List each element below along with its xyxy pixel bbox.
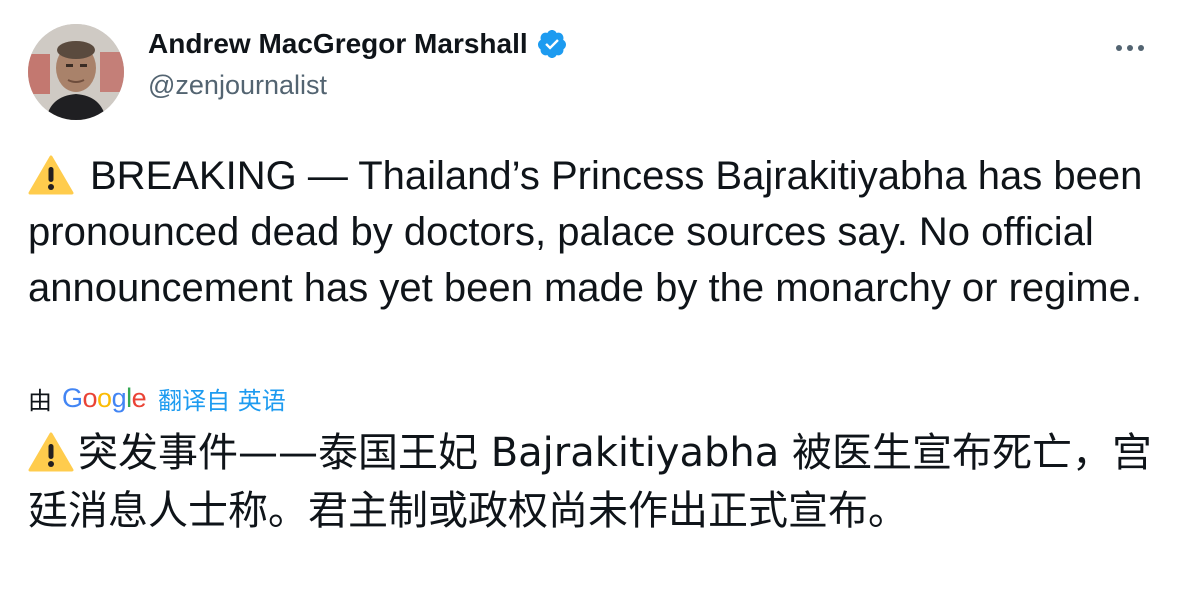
author-display-name[interactable]: Andrew MacGregor Marshall (148, 28, 528, 60)
more-options-icon-dot (1138, 45, 1144, 51)
warning-icon (28, 155, 74, 195)
translation-attribution: 由 Google 翻译自 英语 (28, 380, 286, 416)
verified-badge-icon (537, 30, 566, 58)
more-options-button[interactable] (1106, 32, 1154, 64)
avatar[interactable] (28, 24, 124, 120)
warning-icon (28, 432, 74, 472)
google-logo-letter: o (82, 382, 98, 413)
tweet: Andrew MacGregor Marshall @zenjournalist… (0, 0, 1178, 608)
author-handle[interactable]: @zenjournalist (148, 70, 327, 101)
tweet-body-text: BREAKING — Thailand’s Princess Bajrakiti… (28, 154, 1143, 310)
google-logo-letter: e (131, 382, 147, 413)
author-display-name-row[interactable]: Andrew MacGregor Marshall (148, 28, 568, 60)
translated-tweet-text: 突发事件——泰国王妃 Bajrakitiyabha 被医生宣布死亡，宫廷消息人士… (28, 424, 1158, 540)
more-options-icon-dot (1127, 45, 1133, 51)
translated-from-link[interactable]: 翻译自 英语 (158, 381, 286, 416)
google-logo: Google (62, 382, 147, 414)
google-logo-letter: o (97, 382, 112, 413)
google-logo-letter: g (111, 382, 127, 413)
avatar-photo (28, 24, 124, 120)
google-logo-letter: G (62, 382, 83, 413)
tweet-text: BREAKING — Thailand’s Princess Bajrakiti… (28, 148, 1158, 316)
more-options-icon (1116, 45, 1122, 51)
translated-body-text: 突发事件——泰国王妃 Bajrakitiyabha 被医生宣布死亡，宫廷消息人士… (28, 430, 1152, 534)
translation-by-label: 由 (28, 386, 52, 415)
